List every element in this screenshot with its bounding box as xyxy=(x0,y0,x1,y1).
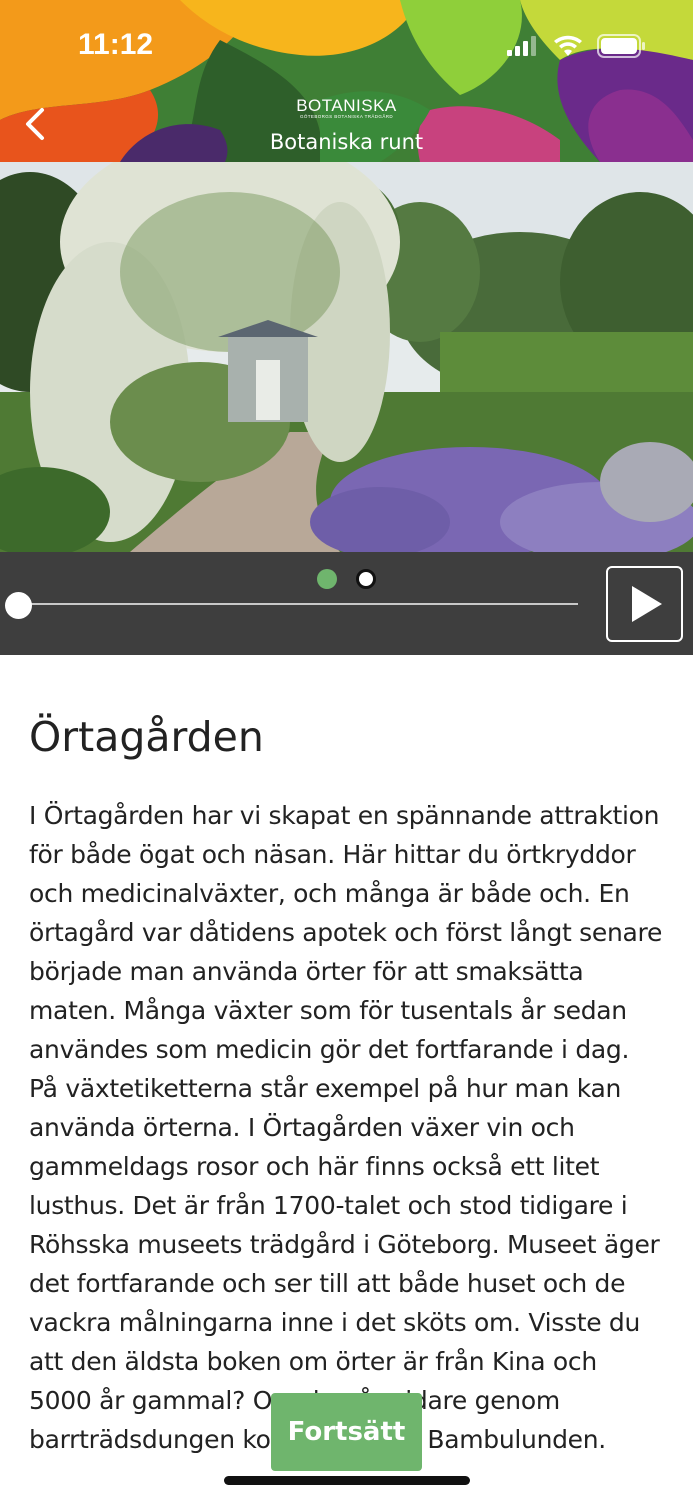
page-indicator-dot-1[interactable] xyxy=(317,569,337,589)
article-body: I Örtagården har vi skapat en spännande … xyxy=(29,801,663,1454)
wifi-icon xyxy=(554,35,582,56)
play-button[interactable] xyxy=(606,566,683,642)
app-header: 11:12 BOTANISKA GÖTEBORGS BOTANISKA TRÄD… xyxy=(0,0,693,162)
article-title: Örtagården xyxy=(29,713,264,761)
battery-icon xyxy=(597,34,645,58)
brand-logo: BOTANISKA xyxy=(296,96,397,115)
audio-player xyxy=(0,552,693,655)
progress-thumb[interactable] xyxy=(5,592,32,619)
continue-button[interactable]: Fortsätt xyxy=(271,1393,422,1471)
home-indicator xyxy=(224,1476,470,1485)
progress-track[interactable] xyxy=(18,603,578,605)
garden-photo xyxy=(0,162,693,552)
page-indicator-dot-2[interactable] xyxy=(356,569,376,589)
article: Örtagården I Örtagården har vi skapat en… xyxy=(0,655,693,1500)
nav-title: Botaniska runt xyxy=(269,130,424,154)
status-time: 11:12 xyxy=(78,28,154,61)
garden-illustration xyxy=(0,162,693,552)
cellular-signal-icon xyxy=(507,36,536,56)
brand-subtitle: GÖTEBORGS BOTANISKA TRÄDGÅRD xyxy=(299,114,394,119)
status-icons xyxy=(507,34,647,58)
play-icon xyxy=(632,586,662,622)
